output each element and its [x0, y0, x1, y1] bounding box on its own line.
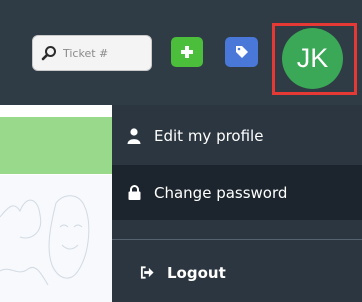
- user-icon: [127, 127, 141, 144]
- tag-icon: [235, 46, 248, 58]
- menu-item-logout[interactable]: Logout: [112, 245, 362, 300]
- add-button[interactable]: [171, 37, 203, 67]
- ticket-search-box[interactable]: [32, 35, 152, 71]
- menu-item-label: Logout: [167, 263, 226, 282]
- lock-icon: [127, 185, 141, 201]
- menu-divider: [112, 239, 362, 240]
- plus-icon: [181, 46, 193, 58]
- menu-item-change-password[interactable]: Change password: [112, 165, 362, 220]
- menu-item-label: Change password: [154, 183, 288, 202]
- background-sketch: [0, 175, 112, 302]
- menu-item-edit-profile[interactable]: Edit my profile: [112, 108, 362, 163]
- search-icon: [41, 46, 56, 61]
- user-avatar[interactable]: JK: [282, 28, 343, 89]
- tag-button[interactable]: [225, 37, 258, 67]
- sign-out-icon: [140, 265, 154, 281]
- page-content-peek: [0, 105, 112, 302]
- menu-item-label: Edit my profile: [154, 126, 264, 145]
- user-dropdown-menu: Edit my profile Change password Logout: [112, 105, 362, 302]
- ticket-search-input[interactable]: [63, 46, 147, 60]
- avatar-initials: JK: [296, 43, 329, 73]
- green-banner: [0, 117, 112, 174]
- top-navbar: JK: [0, 0, 362, 105]
